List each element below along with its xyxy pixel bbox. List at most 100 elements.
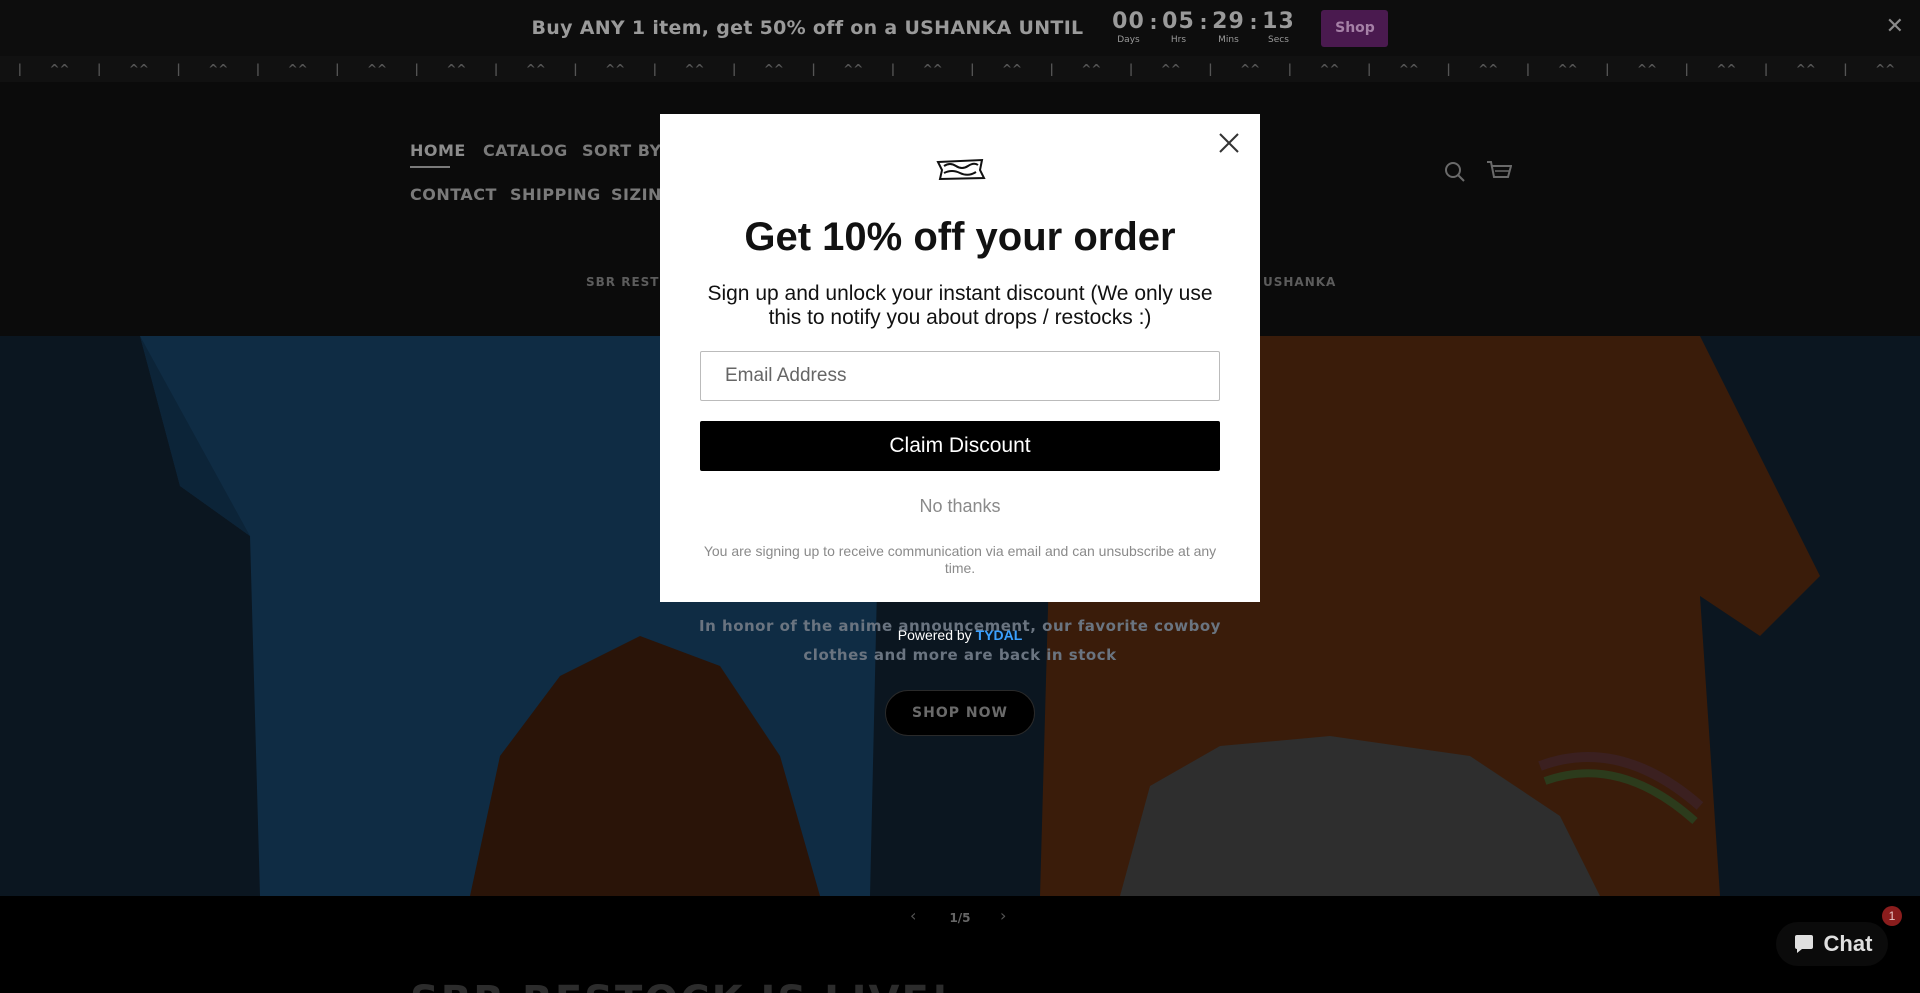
marquee-token: ^^ <box>49 62 70 76</box>
marquee-separator: | <box>1843 62 1848 76</box>
marquee-strip: | ^^ | ^^ | ^^ | ^^ | ^^ | ^^ | ^^ | ^^ | ^^ | ^^ | ^^ | ^^ | ^^ |… <box>0 56 1920 82</box>
close-icon[interactable]: ✕ <box>1886 16 1904 38</box>
announcement-shop-button[interactable]: Shop <box>1321 9 1389 47</box>
marquee-separator: | <box>335 62 340 76</box>
countdown-separator: : <box>1249 10 1258 34</box>
marquee-token: ^^ <box>605 62 626 76</box>
nav-active-underline <box>410 166 450 168</box>
marquee-separator: | <box>1049 62 1054 76</box>
close-icon[interactable] <box>1216 130 1242 156</box>
popup-description: Sign up and unlock your instant discount… <box>707 282 1213 329</box>
marquee-token: ^^ <box>1001 62 1023 76</box>
countdown-hours: 05 Hrs <box>1159 10 1197 46</box>
countdown-separator: : <box>1149 10 1158 34</box>
storefront-page: Buy ANY 1 item, get 50% off on a USHANKA… <box>0 0 1920 993</box>
countdown-days-label: Days <box>1117 35 1140 45</box>
hero-subtitle-line2: clothes and more are back in stock <box>803 646 1117 664</box>
marquee-token: ^^ <box>1081 62 1102 76</box>
marquee-token: ^^ <box>1160 62 1181 76</box>
announcement-bar: Buy ANY 1 item, get 50% off on a USHANKA… <box>0 0 1920 56</box>
marquee-separator: | <box>1525 62 1531 76</box>
powered-by-brand[interactable]: TYDAL <box>976 627 1023 643</box>
countdown-days: 00 Days <box>1109 10 1147 46</box>
marquee-token: ^^ <box>843 62 864 76</box>
announcement-text: Buy ANY 1 item, get 50% off on a USHANKA… <box>531 17 1084 39</box>
marquee-separator: | <box>255 62 261 76</box>
marquee-separator: | <box>17 62 23 76</box>
countdown-days-value: 00 <box>1112 9 1145 34</box>
slide-counter: 1/5 <box>949 911 971 925</box>
marquee-separator: | <box>1287 62 1293 76</box>
marquee-token: ^^ <box>446 62 467 76</box>
chat-bubble-icon <box>1794 935 1813 953</box>
marquee-separator: | <box>1684 62 1689 76</box>
no-thanks-link[interactable]: No thanks <box>660 496 1260 517</box>
countdown-hours-label: Hrs <box>1170 35 1187 45</box>
promo-text-right: USHANKA <box>1263 275 1337 289</box>
marquee-separator: | <box>811 62 816 76</box>
marquee-token: ^^ <box>1478 62 1499 76</box>
marquee-separator: | <box>1605 62 1610 76</box>
countdown-seconds-label: Secs <box>1268 35 1289 45</box>
marquee-token: ^^ <box>366 62 388 76</box>
discount-popup: Get 10% off your order Sign up and unloc… <box>660 114 1260 602</box>
countdown-hours-value: 05 <box>1162 9 1195 34</box>
countdown-minutes-label: Mins <box>1218 35 1239 45</box>
email-field[interactable] <box>700 351 1220 401</box>
marquee-token: ^^ <box>1557 62 1578 76</box>
marquee-token: ^^ <box>1240 62 1261 76</box>
chat-button[interactable]: Chat <box>1776 922 1888 966</box>
countdown-timer: 00 Days : 05 Hrs : 29 Mins : 13 Secs <box>1109 10 1297 46</box>
search-icon[interactable] <box>1444 161 1466 183</box>
popup-title: Get 10% off your order <box>744 215 1176 259</box>
countdown-separator: : <box>1199 10 1208 34</box>
marquee-separator: | <box>732 62 737 76</box>
marquee-token: ^^ <box>1875 62 1896 76</box>
marquee-separator: | <box>1763 62 1769 76</box>
countdown-seconds: 13 Secs <box>1259 10 1297 46</box>
marquee-separator: | <box>97 62 102 76</box>
marquee-token: ^^ <box>922 62 943 76</box>
nav-link-home[interactable]: HOME <box>410 141 466 160</box>
countdown-minutes: 29 Mins <box>1209 10 1247 46</box>
nav-link-catalog[interactable]: CATALOG <box>483 141 568 160</box>
marquee-separator: | <box>890 62 896 76</box>
countdown-minutes-value: 29 <box>1212 9 1245 34</box>
claim-discount-button[interactable]: Claim Discount <box>700 421 1220 471</box>
marquee-token: ^^ <box>1636 62 1658 76</box>
chat-label: Chat <box>1823 931 1873 956</box>
popup-legal-text: You are signing up to receive communicat… <box>703 543 1217 576</box>
marquee-token: ^^ <box>1795 62 1816 76</box>
powered-by: Powered by TYDAL <box>0 627 1920 643</box>
marquee-separator: | <box>652 62 658 76</box>
shop-now-button[interactable]: SHOP NOW <box>885 690 1035 736</box>
marquee-token: ^^ <box>1319 62 1340 76</box>
marquee-separator: | <box>1367 62 1372 76</box>
marquee-separator: | <box>1128 62 1134 76</box>
marquee-token: ^^ <box>1398 62 1419 76</box>
marquee-separator: | <box>573 62 578 76</box>
chevron-left-icon[interactable]: ‹ <box>910 906 916 925</box>
marquee-token: ^^ <box>1716 62 1737 76</box>
marquee-separator: | <box>1446 62 1451 76</box>
marquee-token: ^^ <box>525 62 546 76</box>
marquee-token: ^^ <box>128 62 149 76</box>
brand-logo <box>936 158 986 181</box>
marquee-token: ^^ <box>208 62 229 76</box>
marquee-separator: | <box>176 62 181 76</box>
chevron-right-icon[interactable]: › <box>1000 906 1006 925</box>
marquee-separator: | <box>493 62 499 76</box>
marquee-separator: | <box>970 62 975 76</box>
marquee-separator: | <box>414 62 419 76</box>
marquee-token: ^^ <box>287 62 308 76</box>
nav-link-contact[interactable]: CONTACT <box>410 185 497 204</box>
marquee-token: ^^ <box>763 62 784 76</box>
powered-by-label: Powered by <box>897 627 972 643</box>
marquee-separator: | <box>1208 62 1213 76</box>
chat-unread-badge: 1 <box>1882 906 1902 926</box>
cart-icon[interactable] <box>1486 159 1512 183</box>
nav-link-shipping[interactable]: SHIPPING <box>510 185 601 204</box>
section-heading: SBR RESTOCK IS LIVE! <box>410 978 951 993</box>
countdown-seconds-value: 13 <box>1262 9 1295 34</box>
marquee-separator: | <box>1905 56 1920 82</box>
